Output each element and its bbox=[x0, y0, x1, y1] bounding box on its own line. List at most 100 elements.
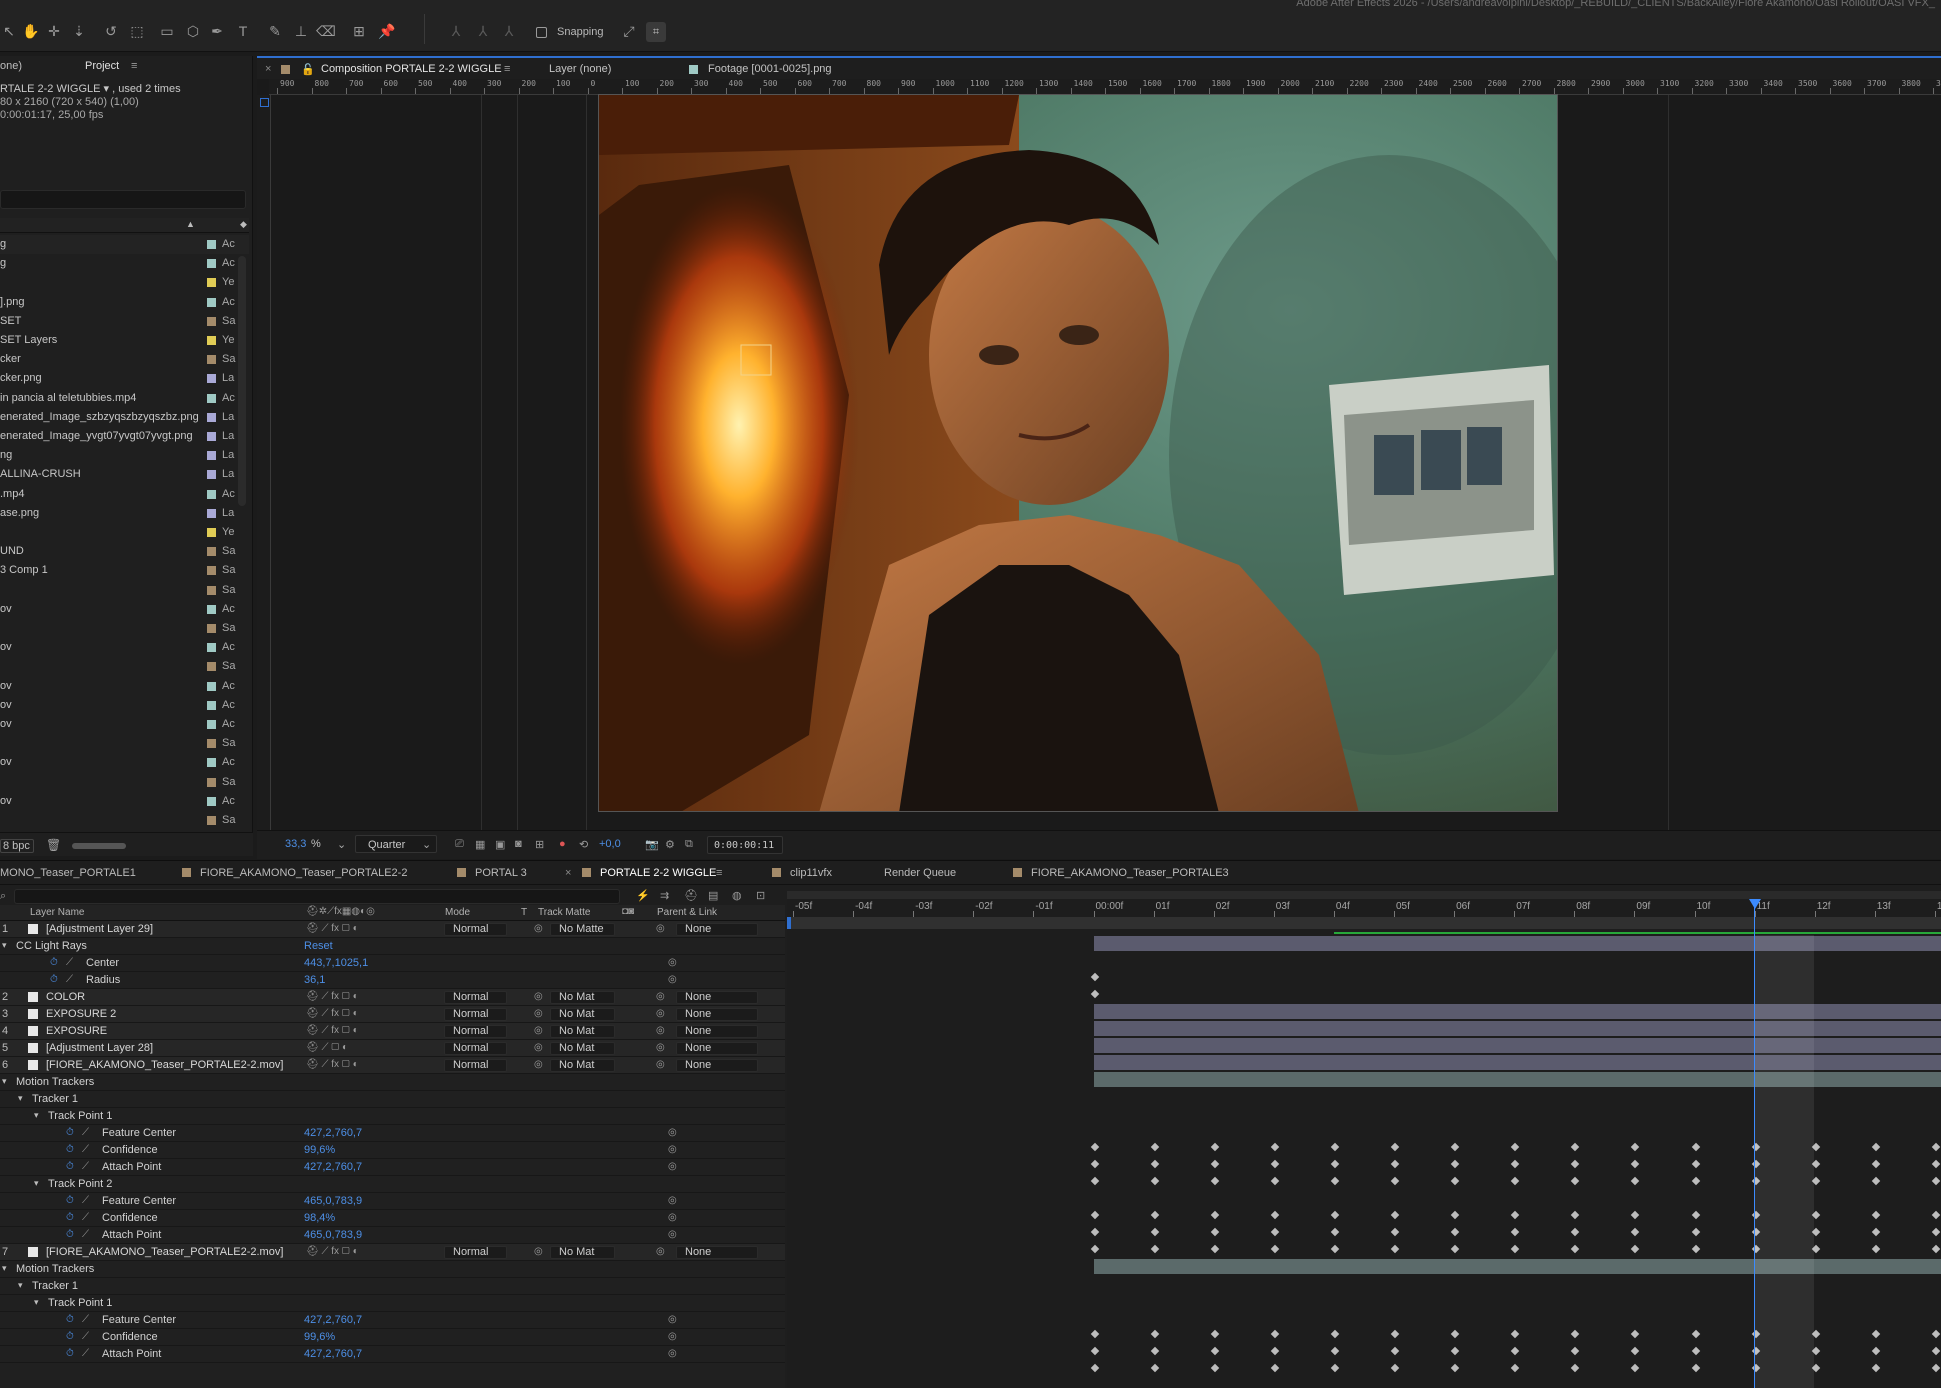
color-channels-icon[interactable]: ● bbox=[559, 838, 566, 850]
layer-name[interactable]: [FIORE_AKAMONO_Teaser_PORTALE2-2.mov] bbox=[46, 1059, 283, 1071]
project-item[interactable]: Ye bbox=[0, 523, 249, 542]
keyframe[interactable] bbox=[1090, 1329, 1099, 1339]
keyframe[interactable] bbox=[1330, 1346, 1340, 1356]
keyframe[interactable] bbox=[1390, 1210, 1400, 1220]
keyframe[interactable] bbox=[1330, 1329, 1340, 1339]
parent-dropdown[interactable]: None bbox=[676, 1025, 758, 1038]
project-item[interactable]: ov Ac bbox=[0, 753, 249, 772]
keyframe[interactable] bbox=[1631, 1210, 1640, 1220]
layer-switches-icon[interactable]: ⛑ ⟋ fx ▢ ◐ bbox=[306, 923, 359, 934]
track-matte-dropdown[interactable]: No Mat bbox=[550, 991, 615, 1004]
stopwatch-icon[interactable]: ⏱ bbox=[66, 1195, 74, 1206]
property-value[interactable]: 427,2,760,7 bbox=[304, 1348, 362, 1360]
project-item[interactable]: SET Layers Ye bbox=[0, 331, 249, 350]
zoom-value[interactable]: 33,3 bbox=[285, 838, 306, 850]
keyframe[interactable] bbox=[1931, 1329, 1941, 1339]
keyframe[interactable] bbox=[1330, 1142, 1340, 1152]
project-item[interactable]: ov Ac bbox=[0, 715, 249, 734]
thumbnail-size-slider[interactable] bbox=[72, 843, 126, 849]
mode-dropdown[interactable]: Normal bbox=[444, 923, 507, 936]
expression-pickwhip-icon[interactable]: ◎ bbox=[668, 1314, 677, 1325]
tab-effect-controls[interactable]: one) bbox=[0, 60, 22, 72]
tab-timeline-0[interactable]: MONO_Teaser_PORTALE1 bbox=[0, 867, 136, 879]
rotate-tool-icon[interactable]: ↺ bbox=[102, 22, 120, 40]
keyframe[interactable] bbox=[1390, 1159, 1400, 1169]
eraser-tool-icon[interactable]: ⌫ bbox=[316, 22, 336, 40]
playhead-handle-icon[interactable] bbox=[1749, 899, 1761, 909]
matte-switches-icon[interactable]: ◘◙ bbox=[622, 906, 634, 917]
project-item[interactable]: ov Ac bbox=[0, 600, 249, 619]
timeline-row-group[interactable]: ▾ Track Point 1 bbox=[0, 1108, 785, 1125]
keyframe[interactable] bbox=[1571, 1227, 1580, 1237]
twirl-down-icon[interactable]: ▾ bbox=[2, 1076, 7, 1087]
keyframe[interactable] bbox=[1631, 1346, 1640, 1356]
parent-dropdown[interactable]: None bbox=[676, 1042, 758, 1055]
keyframe[interactable] bbox=[1330, 1159, 1340, 1169]
draft-3d-icon[interactable]: ⇉ bbox=[660, 889, 669, 902]
stopwatch-icon[interactable]: ⏱ bbox=[66, 1348, 74, 1359]
property-value[interactable]: 36,1 bbox=[304, 974, 325, 986]
current-time-display[interactable]: 0:00:00:11 bbox=[707, 836, 783, 854]
keyframe[interactable] bbox=[1450, 1329, 1460, 1339]
stopwatch-icon[interactable]: ⏱ bbox=[50, 957, 58, 968]
project-item[interactable]: ov Ac bbox=[0, 792, 249, 811]
keyframe[interactable] bbox=[1510, 1176, 1520, 1186]
keyframe[interactable] bbox=[1871, 1363, 1881, 1373]
stopwatch-icon[interactable]: ⏱ bbox=[66, 1144, 74, 1155]
keyframe[interactable] bbox=[1450, 1142, 1460, 1152]
keyframe[interactable] bbox=[1691, 1159, 1700, 1169]
shy-layers-icon[interactable]: ⛑ bbox=[684, 889, 698, 902]
timeline-row-group[interactable]: ▾ Tracker 1 bbox=[0, 1091, 785, 1108]
property-value[interactable]: 427,2,760,7 bbox=[304, 1314, 362, 1326]
work-area-bar[interactable] bbox=[787, 917, 1941, 929]
parent-dropdown[interactable]: None bbox=[676, 1008, 758, 1021]
property-value[interactable]: 99,6% bbox=[304, 1331, 335, 1343]
switches-header-icon[interactable]: ⛑✲⟋fx▦◍◐◎ bbox=[306, 906, 375, 917]
project-item[interactable]: Sa bbox=[0, 773, 249, 792]
keyframe[interactable] bbox=[1270, 1244, 1280, 1254]
keyframe[interactable] bbox=[1871, 1244, 1881, 1254]
keyframe[interactable] bbox=[1210, 1176, 1219, 1186]
mode-dropdown[interactable]: Normal bbox=[444, 1059, 507, 1072]
matte-source-icon[interactable]: ◎ bbox=[534, 1025, 543, 1036]
keyframe[interactable] bbox=[1871, 1159, 1881, 1169]
mode-dropdown[interactable]: Normal bbox=[444, 1042, 507, 1055]
lock-icon[interactable]: 🔓 bbox=[301, 63, 315, 76]
track-matte-dropdown[interactable]: No Mat bbox=[550, 1042, 615, 1055]
timeline-row-prop[interactable]: ⏱ ⟋ Feature Center 427,2,760,7 ◎ bbox=[0, 1125, 785, 1142]
keyframe[interactable] bbox=[1270, 1363, 1280, 1373]
keyframe[interactable] bbox=[1090, 1142, 1099, 1152]
project-item[interactable]: Sa bbox=[0, 581, 249, 600]
clone-stamp-tool-icon[interactable]: ⊥ bbox=[292, 22, 310, 40]
keyframe[interactable] bbox=[1210, 1329, 1219, 1339]
keyframe[interactable] bbox=[1691, 1210, 1700, 1220]
keyframe[interactable] bbox=[1631, 1329, 1640, 1339]
tab-layer[interactable]: Layer (none) bbox=[549, 63, 611, 75]
matte-source-icon[interactable]: ◎ bbox=[534, 991, 543, 1002]
keyframe[interactable] bbox=[1090, 1346, 1099, 1356]
keyframe[interactable] bbox=[1571, 1363, 1580, 1373]
keyframe[interactable] bbox=[1510, 1329, 1520, 1339]
property-value[interactable]: 427,2,760,7 bbox=[304, 1127, 362, 1139]
keyframe[interactable] bbox=[1150, 1227, 1159, 1237]
mode-dropdown[interactable]: Normal bbox=[444, 1008, 507, 1021]
project-item[interactable]: ALLINA-CRUSH La bbox=[0, 465, 249, 484]
project-item[interactable]: ng La bbox=[0, 446, 249, 465]
tab-timeline-3[interactable]: PORTALE 2-2 WIGGLE bbox=[600, 867, 716, 879]
graph-icon[interactable]: ⟋ bbox=[82, 1348, 89, 1359]
ruler-origin-icon[interactable] bbox=[260, 98, 269, 107]
keyframe[interactable] bbox=[1270, 1329, 1280, 1339]
project-item[interactable]: ].png Ac bbox=[0, 293, 249, 312]
keyframe[interactable] bbox=[1631, 1176, 1640, 1186]
twirl-down-icon[interactable]: ▾ bbox=[2, 1263, 7, 1274]
show-snapshot-icon[interactable]: ⚙ bbox=[665, 838, 675, 851]
project-item[interactable]: Sa bbox=[0, 734, 249, 753]
keyframe[interactable] bbox=[1691, 1346, 1700, 1356]
graph-icon[interactable]: ⟋ bbox=[66, 974, 73, 985]
expression-pickwhip-icon[interactable]: ◎ bbox=[668, 1144, 677, 1155]
keyframe[interactable] bbox=[1510, 1244, 1520, 1254]
keyframe[interactable] bbox=[1270, 1142, 1280, 1152]
expression-pickwhip-icon[interactable]: ◎ bbox=[668, 1212, 677, 1223]
property-value[interactable]: 465,0,783,9 bbox=[304, 1229, 362, 1241]
project-item[interactable]: cker.png La bbox=[0, 369, 249, 388]
